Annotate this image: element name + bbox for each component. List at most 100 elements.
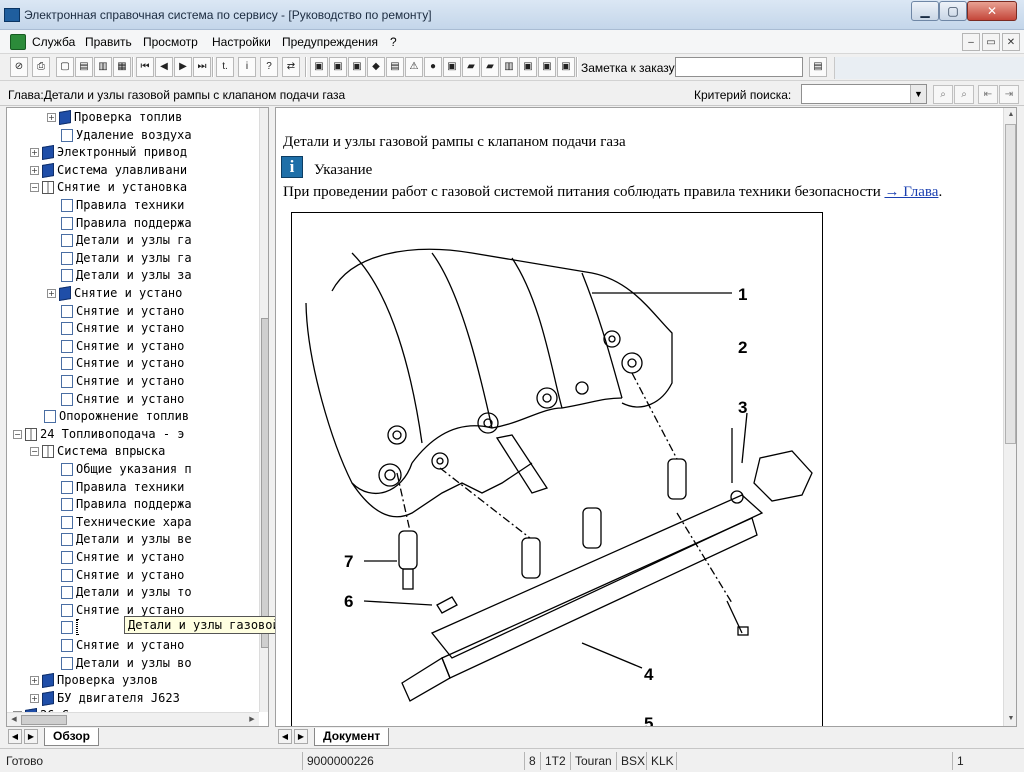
menu-settings[interactable]: Настройки (212, 35, 271, 49)
expand-icon[interactable]: + (30, 676, 39, 686)
scroll-down-icon[interactable]: ▼ (1004, 712, 1016, 726)
engine-icon[interactable]: ▣ (329, 57, 347, 77)
tree-item[interactable]: + БУ двигателя J623 (30, 689, 180, 707)
search-next-icon[interactable]: ⌕ (954, 85, 974, 104)
tree-item[interactable]: Детали и узлы во (61, 654, 192, 672)
collapse-icon[interactable]: ⇤ (978, 85, 998, 104)
first-page-icon[interactable]: ⏮ (136, 57, 154, 77)
expand-icon[interactable]: ⇥ (999, 85, 1019, 104)
tree-item[interactable]: Опорожнение топлив (44, 407, 189, 425)
tab-prev-icon[interactable]: ◀ (278, 729, 292, 744)
previous-page-icon[interactable]: ◀ (155, 57, 173, 77)
chevron-down-icon[interactable]: ▼ (910, 85, 926, 103)
mdi-minimize-button[interactable]: – (962, 33, 980, 51)
tree-item[interactable]: Общие указания п (61, 460, 192, 478)
swap-icon[interactable]: ⇄ (282, 57, 300, 77)
scroll-up-icon[interactable]: ▲ (1004, 108, 1016, 122)
tab-prev-icon[interactable]: ◀ (8, 729, 22, 744)
expand-icon[interactable]: + (30, 148, 39, 158)
diamond-icon[interactable]: ◆ (367, 57, 385, 77)
tree-item[interactable]: Снятие и устано (61, 566, 184, 584)
tree-item[interactable]: + Система улавливани (30, 161, 187, 179)
chapter-link[interactable]: → Глава (884, 184, 938, 200)
document-vertical-scrollbar[interactable]: ▲ ▼ (1003, 108, 1016, 726)
tree-item[interactable]: + Снятие и устано (47, 284, 182, 302)
tree-item[interactable]: − 24 Топливоподача - э (13, 425, 185, 443)
print-icon[interactable]: ⎙ (32, 57, 50, 77)
navigation-tree[interactable]: + Проверка топлив Удаление воздуха + Электро… (6, 107, 269, 727)
help-icon[interactable]: ? (260, 57, 278, 77)
edit-document-icon[interactable]: ▤ (75, 57, 93, 77)
car-icon[interactable]: ▦ (113, 57, 131, 77)
expand-icon[interactable]: + (47, 289, 56, 298)
tree-item[interactable]: Детали и узлы то (61, 583, 192, 601)
tree-item[interactable]: + Проверка топлив (47, 108, 182, 126)
scroll-left-icon[interactable]: ◀ (7, 713, 21, 726)
scrollbar-thumb[interactable] (1005, 124, 1016, 444)
tab-document[interactable]: Документ (314, 728, 390, 746)
collapse-icon[interactable]: − (30, 183, 39, 193)
next-page-icon[interactable]: ▶ (174, 57, 192, 77)
menu-edit[interactable]: Править (85, 35, 132, 49)
tree-item[interactable] (61, 618, 78, 636)
tree-item[interactable]: Правила поддержа (61, 214, 192, 232)
tools-icon[interactable]: ▥ (500, 57, 518, 77)
scroll-right-icon[interactable]: ▶ (245, 713, 259, 726)
tree-item[interactable]: Снятие и устано (61, 390, 184, 408)
tree-item[interactable]: Снятие и устано (61, 636, 184, 654)
warning-icon[interactable]: ⚠ (405, 57, 423, 77)
expand-icon[interactable]: + (30, 165, 39, 175)
tree-item[interactable]: − Снятие и установка (30, 178, 187, 196)
search-binoculars-icon[interactable]: ⌕ (933, 85, 953, 104)
maximize-button[interactable]: ▢ (939, 1, 967, 21)
tab-next-icon[interactable]: ▶ (294, 729, 308, 744)
order-note-icon[interactable]: ▤ (809, 57, 827, 77)
tree-item[interactable]: Снятие и устано (61, 319, 184, 337)
tree-item[interactable]: Правила техники (61, 478, 184, 496)
vehicle-icon[interactable]: ▰ (481, 57, 499, 77)
tree-item[interactable]: Детали и узлы га (61, 231, 192, 249)
tree-item[interactable]: Правила поддержа (61, 495, 192, 513)
menu-service[interactable]: Служба (32, 35, 75, 49)
tree-item[interactable]: Снятие и устано (61, 354, 184, 372)
up-level-icon[interactable]: t. (216, 57, 234, 77)
book-green-icon[interactable]: ▰ (462, 57, 480, 77)
tree-item[interactable]: Удаление воздуха (61, 126, 192, 144)
scrollbar-thumb[interactable] (261, 318, 268, 648)
collapse-icon[interactable]: − (13, 429, 22, 439)
list-icon[interactable]: ▤ (386, 57, 404, 77)
minimize-button[interactable]: ▁ (911, 1, 939, 21)
tree-item[interactable]: − Система впрыска (30, 442, 165, 460)
edit-notes-icon[interactable]: ▣ (557, 57, 575, 77)
stop-icon[interactable]: ⊘ (10, 57, 28, 77)
tree-item[interactable]: Снятие и устано (61, 372, 184, 390)
tree-horizontal-scrollbar[interactable]: ◀ ▶ (7, 712, 259, 726)
menu-help[interactable]: ? (390, 35, 397, 49)
globe-icon[interactable]: ● (424, 57, 442, 77)
tree-item[interactable]: Технические хара (61, 513, 192, 531)
tab-next-icon[interactable]: ▶ (24, 729, 38, 744)
checklist-icon[interactable]: ▣ (519, 57, 537, 77)
tree-item[interactable]: Правила техники (61, 196, 184, 214)
expand-icon[interactable]: + (47, 113, 56, 122)
component-icon[interactable]: ▣ (348, 57, 366, 77)
expand-icon[interactable]: + (30, 693, 39, 703)
close-button[interactable]: ✕ (967, 1, 1017, 21)
tree-item[interactable]: Детали и узлы ве (61, 530, 192, 548)
search-criteria-select[interactable]: ▼ (801, 84, 927, 104)
document-list-icon[interactable]: ▥ (94, 57, 112, 77)
mdi-close-button[interactable]: ✕ (1002, 33, 1020, 51)
collapse-icon[interactable]: − (30, 447, 39, 457)
tree-item[interactable]: + Проверка узлов (30, 671, 158, 689)
tree-item[interactable]: Снятие и устано (61, 302, 184, 320)
manual-icon[interactable]: ▣ (310, 57, 328, 77)
tree-item[interactable]: Детали и узлы за (61, 266, 192, 284)
last-page-icon[interactable]: ⏭ (193, 57, 211, 77)
tree-item[interactable]: Детали и узлы га (61, 249, 192, 267)
new-document-icon[interactable]: ▢ (56, 57, 74, 77)
menu-view[interactable]: Просмотр (143, 35, 198, 49)
document-pane[interactable]: Детали и узлы газовой рампы с клапаном п… (275, 107, 1017, 727)
tab-overview[interactable]: Обзор (44, 728, 99, 746)
order-note-input[interactable] (675, 57, 803, 77)
info-icon[interactable]: i (238, 57, 256, 77)
